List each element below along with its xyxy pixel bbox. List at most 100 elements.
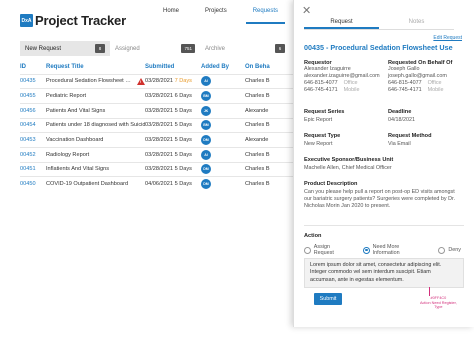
filter-assigned[interactable]: Assigned 751 [110,41,200,56]
radio-need-more-information[interactable]: Need More Information [362,244,426,256]
app-title: Project Tracker [35,13,126,28]
request-title: Vaccination Dashboard [46,132,145,148]
radio-label: Deny [448,247,461,253]
request-id-link[interactable]: 00451 [20,161,46,177]
submitted-age: 5 Days [174,166,192,173]
submitted-cell: 03/28/2021 6 Days [145,88,201,104]
request-id-link[interactable]: 00456 [20,102,46,119]
submitted-age: 5 Days [174,137,192,144]
radio-deny[interactable]: Deny [438,244,461,256]
request-title: Inflatients And Vital Signs [46,161,145,177]
on-behalf-cell: Charles B [245,161,295,177]
submit-button[interactable]: Submit [314,293,342,305]
nav-home[interactable]: Home [150,0,192,24]
requests-table: ID Request Title Submitted Added By On B… [20,60,295,192]
request-id-link[interactable]: 00455 [20,88,46,104]
on-behalf-phone-office: 646-815-4077 [388,80,422,86]
action-radio-group: Assign Request Need More Information Den… [304,244,474,256]
logo-badge: DxA [20,14,33,27]
requestor-name: Alexander Izaguirre [304,66,351,72]
requestor-email: alexander.izaguirre@gmail.com [304,73,380,79]
edit-request-link[interactable]: Edit Request [433,35,462,41]
avatar: BM [201,91,211,102]
radio-assign-request[interactable]: Assign Request [304,244,350,256]
status-filter-bar: New Request 8 Assigned 751 Archive 6 [20,41,290,56]
filter-new-request[interactable]: New Request 8 [20,41,110,56]
submitted-date: 03/28/2021 [145,166,173,173]
table-row[interactable]: 00453 Vaccination Dashboard 03/28/2021 5… [20,132,295,148]
on-behalf-section: Requested On Behalf Of Joseph Gallo jose… [388,60,452,94]
submitted-date: 03/28/2021 [145,93,173,100]
warning-icon: ! [137,77,145,85]
on-behalf-name: Joseph Gallo [388,66,420,72]
column-header-submitted[interactable]: Submitted [145,60,201,74]
submitted-cell: 03/28/2021 5 Days [145,132,201,148]
phone-type: Mobile [343,87,360,93]
radio-circle [362,246,370,254]
request-series-value: Epic Report [304,117,333,123]
avatar: AI [201,149,211,160]
table-row[interactable]: 00454 Patients under 18 diagnosed with S… [20,117,295,133]
on-behalf-cell: Alexande [245,102,295,119]
column-header-on-behalf[interactable]: On Beha [245,60,295,74]
phone-type: Office [427,80,442,86]
section-divider [304,225,464,226]
table-row[interactable]: 00455 Pediatric Report 03/28/2021 6 Days… [20,88,295,104]
nav-requests[interactable]: Requests [240,0,291,24]
table-row[interactable]: 00435 Procedural Sedation Flowsheet Use!… [20,73,295,89]
table-row[interactable]: 00452 Radiology Report 03/28/2021 5 Days… [20,146,295,163]
submitted-cell: 03/28/2021 7 Days [145,73,201,89]
request-id-link[interactable]: 00450 [20,176,46,192]
submitted-age: 6 Days [174,93,192,100]
radio-circle [438,246,446,254]
table-row[interactable]: 00451 Inflatients And Vital Signs 03/28/… [20,161,295,177]
request-title: Patients under 18 diagnosed with Suicida… [46,117,145,133]
filter-count: 6 [275,44,285,53]
avatar: DM [201,179,211,190]
radio-label: Assign Request [313,244,334,256]
request-method-value: Via Email [388,141,411,147]
table-header-row: ID Request Title Submitted Added By On B… [20,60,295,74]
submitted-date: 03/28/2021 [145,151,173,158]
radio-label: Need More Information [372,244,400,256]
column-header-title[interactable]: Request Title [46,60,145,74]
tab-request[interactable]: Request [304,16,379,29]
panel-tabs: Request Notes [304,16,454,30]
filter-archive[interactable]: Archive 6 [200,41,290,56]
annotation-line-3: Type [434,305,443,310]
request-id-link[interactable]: 00452 [20,146,46,163]
submitted-date: 03/28/2021 [145,122,173,129]
tab-notes[interactable]: Notes [379,16,454,29]
request-series-label: Request Series [304,109,345,115]
table-row[interactable]: 00450 COVID-19 Outpatient Dashboard 04/0… [20,176,295,192]
request-id-link[interactable]: 00453 [20,132,46,148]
request-series-section: Request Series Epic Report [304,109,344,124]
on-behalf-cell: Charles B [245,176,295,192]
on-behalf-phone-mobile: 646-745-4171 [388,87,422,93]
table-row[interactable]: 00456 Patients And Vital Signs 03/28/202… [20,102,295,119]
submitted-date: 03/28/2021 [145,78,173,85]
request-id-link[interactable]: 00435 [20,73,46,89]
filter-label: Assigned [115,45,140,52]
submitted-cell: 04/06/2021 5 Days [145,176,201,192]
app-logo[interactable]: DxA Project Tracker [20,13,126,28]
deadline-value: 04/18/2021 [388,117,415,123]
sponsor-section: Executive Sponsor/Business Unit Machelle… [304,157,393,172]
submitted-cell: 03/28/2021 5 Days [145,146,201,163]
annotation-line [429,287,430,296]
request-title: Pediatric Report [46,88,145,104]
request-type-value: New Report [304,141,333,147]
request-id-link[interactable]: 00454 [20,117,46,133]
column-header-id[interactable]: ID [20,60,46,74]
column-header-added-by[interactable]: Added By [201,60,245,74]
sponsor-value: Machelle Allen, Chief Medical Officer [304,165,392,171]
request-title: Radiology Report [46,146,145,163]
sponsor-label: Executive Sponsor/Business Unit [304,157,394,163]
action-message-textarea[interactable]: Lorem ipsum dolor sit amet, consectetur … [304,258,464,288]
nav-projects[interactable]: Projects [192,0,240,24]
request-detail-title: 00435 - Procedural Sedation Flowsheet Us… [304,43,453,52]
avatar: JK [201,105,211,116]
request-title: Patients And Vital Signs [46,102,145,119]
description-label: Product Description [304,181,358,187]
request-type-label: Request Type [304,133,341,139]
